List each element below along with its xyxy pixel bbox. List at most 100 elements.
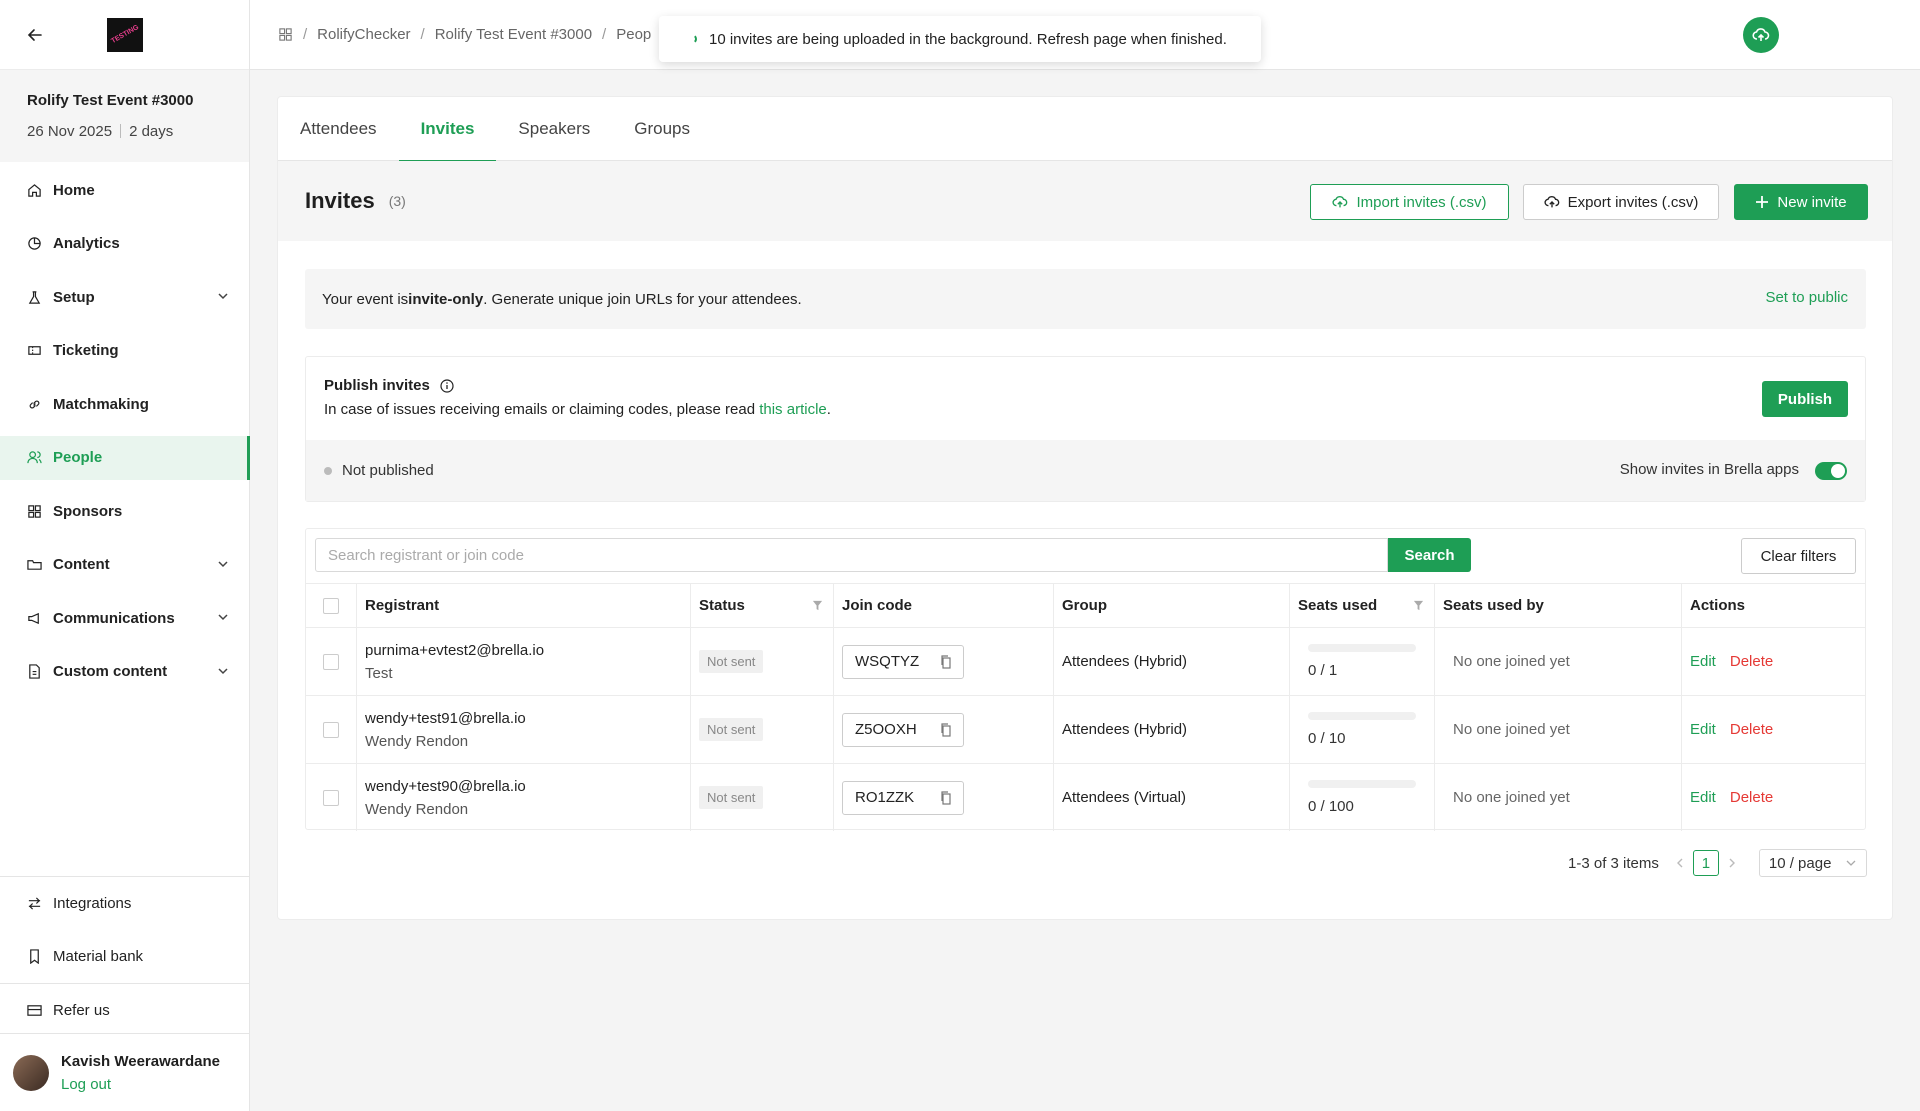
delete-link[interactable]: Delete [1730,789,1773,806]
cloud-upload-icon [1332,194,1348,210]
user-profile: Kavish Weerawardane Log out [0,1033,249,1111]
tab-attendees[interactable]: Attendees [300,97,399,161]
filter-icon[interactable] [1413,598,1424,615]
row-checkbox[interactable] [323,789,339,806]
registrant-name: Wendy Rendon [365,800,469,818]
search-button[interactable]: Search [1388,538,1471,572]
ticket-icon [26,343,42,359]
pagination-summary: 1-3 of 3 items [1568,854,1659,872]
publish-status: Not published [342,462,434,479]
seats-used-by-cell: No one joined yet [1435,696,1682,763]
search-input[interactable] [315,538,1388,572]
copy-icon[interactable] [940,790,952,809]
sidebar-item-material-bank[interactable]: Material bank [0,930,249,983]
info-icon[interactable] [440,378,454,393]
edit-link[interactable]: Edit [1690,721,1716,738]
header-select-cell [306,584,357,627]
chevron-left-icon[interactable] [1675,858,1685,868]
import-invites-button[interactable]: Import invites (.csv) [1310,184,1509,220]
status-cell: Not sent [691,628,834,695]
join-code-box: RO1ZZK [842,780,964,815]
header-seats-label: Seats used [1298,597,1378,614]
new-invite-button[interactable]: New invite [1734,184,1868,220]
delete-link[interactable]: Delete [1730,653,1773,670]
avatar[interactable] [13,1054,49,1091]
sidebar-item-ticketing[interactable]: Ticketing [0,329,249,373]
join-code: WSQTYZ [855,653,920,670]
set-public-link[interactable]: Set to public [1765,289,1848,306]
seats-progress-bar [1308,780,1416,788]
breadcrumb-event[interactable]: Rolify Test Event #3000 [435,26,592,43]
upload-status-button[interactable] [1743,17,1779,53]
group-cell: Attendees (Virtual) [1054,764,1290,831]
sidebar-item-setup[interactable]: Setup [0,275,249,319]
sidebar-item-label: Custom content [53,663,168,680]
sidebar-item-communications[interactable]: Communications [0,596,249,640]
seats-cell: 0 / 1 [1290,628,1435,695]
seats-progress-bar [1308,712,1416,720]
breadcrumb-organizer[interactable]: RolifyChecker [317,26,410,43]
copy-icon[interactable] [940,722,952,741]
chevron-right-icon[interactable] [1727,858,1737,868]
sidebar-item-custom-content[interactable]: Custom content [0,650,249,694]
show-invites-toggle[interactable] [1815,462,1847,480]
link-icon [26,396,42,412]
header-status: Status [691,584,834,627]
chevron-down-icon [1846,858,1856,868]
sidebar-item-people[interactable]: People [0,435,250,480]
sidebar-item-integrations[interactable]: Integrations [0,877,249,930]
edit-link[interactable]: Edit [1690,653,1716,670]
invites-table-section: Search Clear filters Registrant Status J… [305,528,1866,831]
sidebar: TESTING Rolify Test Event #3000 26 Nov 2… [0,0,250,1111]
sidebar-item-label: Sponsors [53,502,123,520]
table-row: wendy+test91@brella.io Wendy Rendon Not s… [306,695,1865,763]
select-all-checkbox[interactable] [323,597,339,614]
edit-link[interactable]: Edit [1690,789,1716,806]
apps-grid-icon[interactable] [278,27,293,42]
clear-filters-button[interactable]: Clear filters [1741,538,1856,574]
sidebar-item-label: Refer us [53,1002,110,1019]
bookmark-icon [26,949,42,965]
header-status-label: Status [699,597,745,614]
publish-button[interactable]: Publish [1762,381,1848,417]
publish-title: Publish invites [324,377,454,394]
export-invites-button[interactable]: Export invites (.csv) [1523,184,1719,220]
sidebar-item-matchmaking[interactable]: Matchmaking [0,382,249,426]
seats-used-by-cell: No one joined yet [1435,764,1682,831]
row-checkbox[interactable] [323,653,339,670]
tab-speakers[interactable]: Speakers [496,97,612,161]
row-checkbox[interactable] [323,721,339,738]
sidebar-item-label: Analytics [53,235,120,252]
tab-invites[interactable]: Invites [398,97,497,162]
filter-icon[interactable] [812,598,823,615]
event-date: 26 Nov 2025 [27,123,113,140]
delete-link[interactable]: Delete [1730,721,1773,738]
header-actions: Actions [1690,597,1746,614]
upload-toast: 10 invites are being uploaded in the bac… [659,16,1261,62]
sidebar-item-analytics[interactable]: Analytics [0,222,249,266]
seats-count: 0 / 10 [1308,730,1346,747]
row-select-cell [306,764,357,831]
grid-icon [26,503,42,519]
sidebar-item-home[interactable]: Home [0,168,249,212]
logout-link[interactable]: Log out [61,1076,220,1093]
folder-icon [26,557,42,573]
registrant-email: wendy+test91@brella.io [365,709,526,727]
status-badge: Not sent [699,650,764,673]
back-button[interactable] [18,18,52,52]
sidebar-item-content[interactable]: Content [0,543,249,587]
join-code-box: WSQTYZ [842,644,964,679]
page-size-select[interactable]: 10 / page [1758,849,1867,877]
tab-groups[interactable]: Groups [612,97,712,161]
invite-only-notice: Your event is invite-only. Generate uniq… [305,269,1866,329]
registrant-name: Test [365,664,393,682]
event-logo: TESTING [107,17,143,52]
status-cell: Not sent [691,764,834,831]
page-number[interactable]: 1 [1692,850,1719,876]
sidebar-item-sponsors[interactable]: Sponsors [0,489,249,533]
sidebar-item-refer[interactable]: Refer us [0,984,249,1037]
breadcrumb-people[interactable]: Peop [616,26,651,43]
copy-icon[interactable] [940,654,952,673]
article-link[interactable]: this article [759,401,827,418]
import-label: Import invites (.csv) [1356,193,1487,211]
